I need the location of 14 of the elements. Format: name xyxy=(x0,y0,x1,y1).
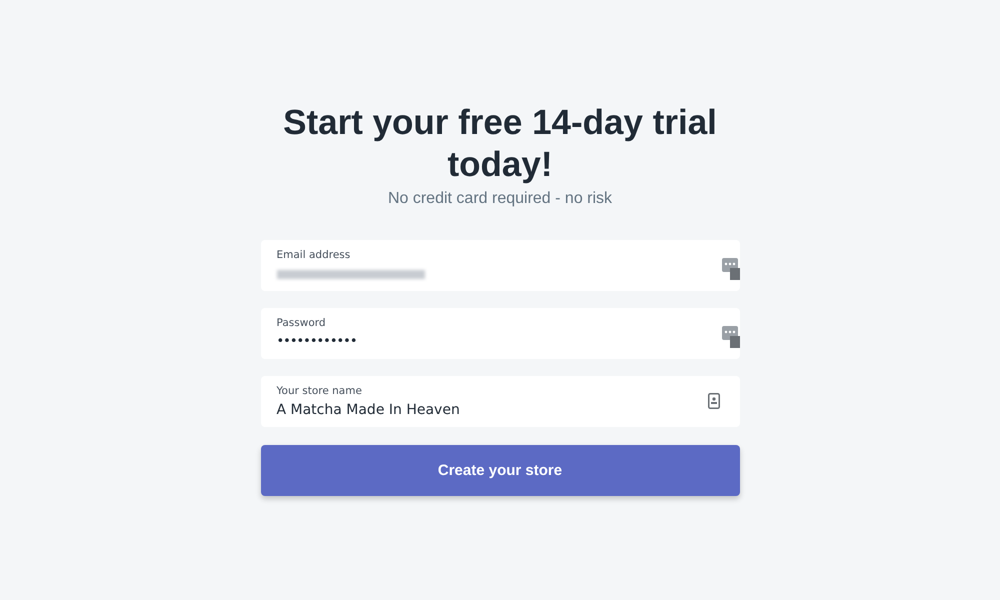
field-value: A Matcha Made In Heaven xyxy=(276,401,460,419)
password-manager-icon[interactable] xyxy=(722,258,740,280)
field-label: Email address xyxy=(276,248,350,262)
email-field[interactable]: Email address xyxy=(260,240,740,291)
password-manager-icon[interactable] xyxy=(722,326,740,348)
page-heading: Start your free 14-day trial today! xyxy=(282,102,718,186)
field-label: Your store name xyxy=(276,384,362,398)
input-field[interactable]: Your store name A Matcha Made In Heaven xyxy=(260,376,740,427)
create-store-button[interactable]: Create your store xyxy=(260,445,740,496)
password-field[interactable]: Password •••••••••••• xyxy=(260,308,740,359)
field-value: •••••••••••• xyxy=(276,333,357,351)
field-label: Password xyxy=(276,316,326,330)
subheading: No credit card required - no risk xyxy=(388,190,612,208)
contact-card-icon[interactable] xyxy=(708,393,720,409)
